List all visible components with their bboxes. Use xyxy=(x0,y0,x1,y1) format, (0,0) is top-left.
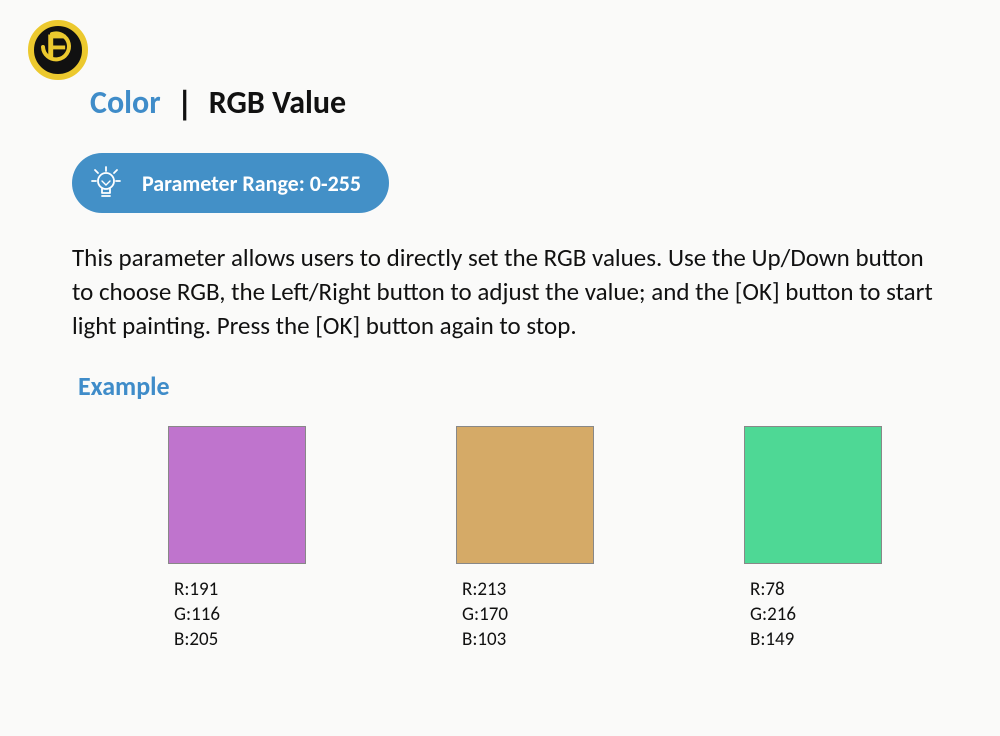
swatch-item: R:191 G:116 B:205 xyxy=(168,426,306,652)
brand-logo: F xyxy=(28,20,88,80)
swatch-row: R:191 G:116 B:205 R:213 G:170 B:103 R:78… xyxy=(28,426,960,652)
parameter-range-pill: Parameter Range: 0-255 xyxy=(72,153,389,213)
page-title-row: Color | RGB Value xyxy=(28,82,960,123)
swatch-g: G:216 xyxy=(750,603,796,628)
swatch-b: B:103 xyxy=(462,628,508,653)
color-swatch xyxy=(168,426,306,564)
swatch-g: G:116 xyxy=(174,603,220,628)
swatch-r: R:213 xyxy=(462,578,508,603)
brand-logo-glyph: F xyxy=(40,29,76,71)
swatch-r: R:78 xyxy=(750,578,796,603)
parameter-range-label: Parameter Range: 0-255 xyxy=(142,170,361,197)
swatch-b: B:205 xyxy=(174,628,220,653)
example-heading: Example xyxy=(28,370,960,402)
swatch-g: G:170 xyxy=(462,603,508,628)
swatch-item: R:78 G:216 B:149 xyxy=(744,426,882,652)
lightbulb-icon xyxy=(86,163,126,203)
title-separator: | xyxy=(177,84,193,125)
swatch-rgb: R:213 G:170 B:103 xyxy=(456,578,508,652)
swatch-r: R:191 xyxy=(174,578,220,603)
swatch-rgb: R:191 G:116 B:205 xyxy=(168,578,220,652)
swatch-item: R:213 G:170 B:103 xyxy=(456,426,594,652)
title-main: RGB Value xyxy=(209,83,346,122)
color-swatch xyxy=(744,426,882,564)
swatch-b: B:149 xyxy=(750,628,796,653)
title-accent: Color xyxy=(90,83,161,122)
description-text: This parameter allows users to directly … xyxy=(28,241,960,342)
color-swatch xyxy=(456,426,594,564)
swatch-rgb: R:78 G:216 B:149 xyxy=(744,578,796,652)
